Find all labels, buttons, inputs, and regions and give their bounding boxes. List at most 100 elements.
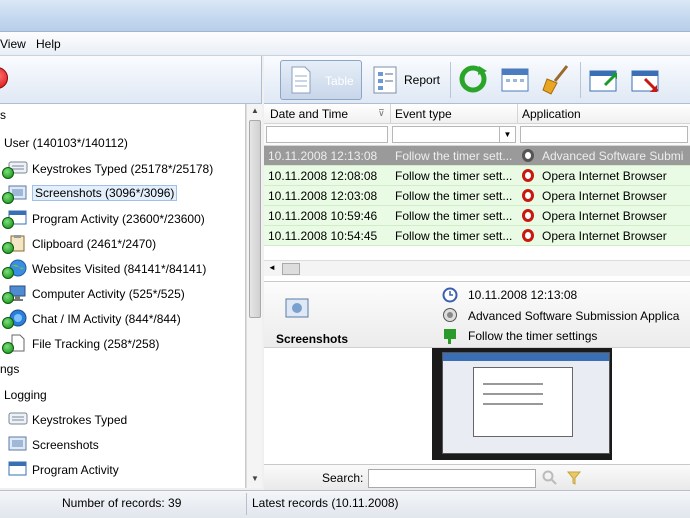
chevron-down-icon[interactable]: ▼ — [499, 127, 515, 142]
report-icon — [373, 66, 397, 94]
menu-view[interactable]: View — [0, 37, 26, 51]
detail-application: Advanced Software Submission Applica — [468, 309, 680, 323]
tree-item-label: Clipboard (2461*/2470) — [32, 237, 157, 251]
tree-logging-keystrokes[interactable]: Keystrokes Typed — [0, 409, 245, 431]
application-filter[interactable] — [520, 126, 688, 143]
tree-item-label: Program Activity (23600*/23600) — [32, 212, 205, 226]
menu-help[interactable]: Help — [36, 37, 61, 51]
tree-section-logs[interactable]: s — [0, 104, 245, 126]
filter-row: ▼ — [264, 124, 690, 146]
screenshot-preview[interactable] — [432, 348, 612, 460]
table-row[interactable]: 10.11.2008 12:13:08 Follow the timer set… — [264, 146, 690, 166]
tree-section-label: s — [0, 108, 6, 122]
window-export-icon — [589, 70, 617, 92]
column-date-time[interactable]: Date and Time — [270, 107, 348, 121]
active-check-icon — [2, 167, 14, 179]
table-horizontal-scrollbar[interactable]: ◄ — [264, 260, 690, 276]
column-separator[interactable] — [517, 104, 518, 124]
cell-event: Follow the timer sett... — [395, 209, 513, 223]
table-row[interactable]: 10.11.2008 10:59:46 Follow the timer set… — [264, 206, 690, 226]
cell-event: Follow the timer sett... — [395, 149, 513, 163]
opera-icon — [522, 229, 534, 242]
broom-icon — [542, 65, 569, 95]
table-row[interactable]: 10.11.2008 12:08:08 Follow the timer set… — [264, 166, 690, 186]
active-check-icon — [2, 242, 14, 254]
event-type-filter[interactable]: ▼ — [392, 126, 516, 143]
tree-item-label: Program Activity — [32, 463, 119, 477]
tree-user-node[interactable]: User (140103*/140112) — [0, 132, 245, 154]
table-icon — [291, 66, 311, 94]
opera-icon — [522, 169, 534, 182]
menu-bar: View Help — [0, 32, 690, 56]
calendar-button[interactable] — [496, 60, 534, 100]
window-title-bar — [0, 0, 690, 32]
tree-item-label: Screenshots (3096*/3096) — [32, 185, 178, 201]
sort-icon[interactable]: ⊽ — [378, 108, 385, 119]
column-separator[interactable] — [390, 104, 391, 124]
status-bar: Number of records: 39 Latest records (10… — [0, 490, 690, 518]
tree-item-program-activity[interactable]: Program Activity (23600*/23600) — [0, 208, 245, 230]
scrollbar-thumb[interactable] — [249, 120, 261, 318]
active-check-icon — [2, 192, 14, 204]
tree-item-label: Websites Visited (84141*/84141) — [32, 262, 207, 276]
table-row[interactable]: 10.11.2008 10:54:45 Follow the timer set… — [264, 226, 690, 246]
tree-section-label: ngs — [0, 362, 20, 376]
column-application[interactable]: Application — [522, 107, 581, 121]
scroll-up-icon[interactable]: ▲ — [251, 106, 259, 115]
cell-application: Opera Internet Browser — [542, 229, 667, 243]
cell-date: 10.11.2008 12:03:08 — [268, 189, 378, 203]
records-count: Number of records: 39 — [62, 496, 182, 510]
active-check-icon — [2, 267, 14, 279]
export-button[interactable] — [584, 60, 624, 100]
tree-item-file-tracking[interactable]: File Tracking (258*/258) — [0, 333, 245, 355]
tree-logging-program-activity[interactable]: Program Activity — [0, 459, 245, 481]
clear-logs-button[interactable] — [538, 60, 576, 100]
tree-item-label: Chat / IM Activity (844*/844) — [32, 312, 181, 326]
latest-records: Latest records (10.11.2008) — [252, 496, 399, 510]
scroll-left-icon[interactable]: ◄ — [268, 263, 276, 272]
tree-logging-screenshots[interactable]: Screenshots — [0, 434, 245, 456]
tree-item-computer-activity[interactable]: Computer Activity (525*/525) — [0, 283, 245, 305]
table-button-label: Table — [325, 74, 354, 88]
scrollbar-thumb[interactable] — [282, 263, 300, 275]
cell-event: Follow the timer sett... — [395, 169, 513, 183]
delete-records-button[interactable] — [626, 60, 666, 100]
report-view-button[interactable]: Report — [366, 60, 446, 100]
cell-application: Advanced Software Submi — [542, 149, 684, 163]
tree-section-settings[interactable]: ngs — [0, 358, 245, 380]
cell-date: 10.11.2008 12:08:08 — [268, 169, 378, 183]
detail-header: Screenshots 10.11.2008 12:13:08 Advanced… — [264, 282, 690, 348]
events-table: Date and Time ⊽ Event type Application ▼… — [264, 104, 690, 282]
table-view-button[interactable]: Table — [280, 60, 362, 100]
screenshot-icon — [285, 298, 309, 318]
filter-icon[interactable] — [566, 470, 582, 486]
tree-item-websites[interactable]: Websites Visited (84141*/84141) — [0, 258, 245, 280]
table-row[interactable]: 10.11.2008 12:03:08 Follow the timer set… — [264, 186, 690, 206]
tree-item-screenshots[interactable]: Screenshots (3096*/3096) — [0, 183, 245, 205]
column-event-type[interactable]: Event type — [395, 107, 452, 121]
cell-date: 10.11.2008 10:59:46 — [268, 209, 378, 223]
detail-pane: Screenshots 10.11.2008 12:13:08 Advanced… — [264, 282, 690, 464]
active-check-icon — [2, 317, 14, 329]
report-button-label: Report — [404, 73, 441, 87]
date-filter[interactable] — [266, 126, 388, 143]
search-bar: Search: — [264, 464, 690, 490]
tree-logging-node[interactable]: Logging — [0, 384, 245, 406]
window-delete-icon — [631, 70, 659, 93]
keyboard-icon — [6, 410, 28, 428]
detail-datetime: 10.11.2008 12:13:08 — [468, 288, 578, 302]
tree-item-clipboard[interactable]: Clipboard (2461*/2470) — [0, 233, 245, 255]
refresh-button[interactable] — [454, 60, 492, 100]
scroll-down-icon[interactable]: ▼ — [251, 474, 259, 483]
tree-item-chat[interactable]: Chat / IM Activity (844*/844) — [0, 308, 245, 330]
tree-item-keystrokes[interactable]: Keystrokes Typed (25178*/25178) — [0, 158, 245, 180]
tree-scrollbar[interactable]: ▲ ▼ — [246, 104, 262, 488]
stop-monitoring-icon[interactable] — [0, 67, 8, 89]
screenshot-icon — [6, 435, 27, 453]
search-input[interactable] — [368, 469, 536, 488]
toolbar-separator — [580, 62, 581, 98]
tree-user-label: User (140103*/140112) — [4, 136, 128, 150]
tree-logging-label: Logging — [4, 388, 47, 402]
search-icon[interactable] — [542, 470, 558, 486]
detail-category-label: Screenshots — [276, 332, 349, 346]
